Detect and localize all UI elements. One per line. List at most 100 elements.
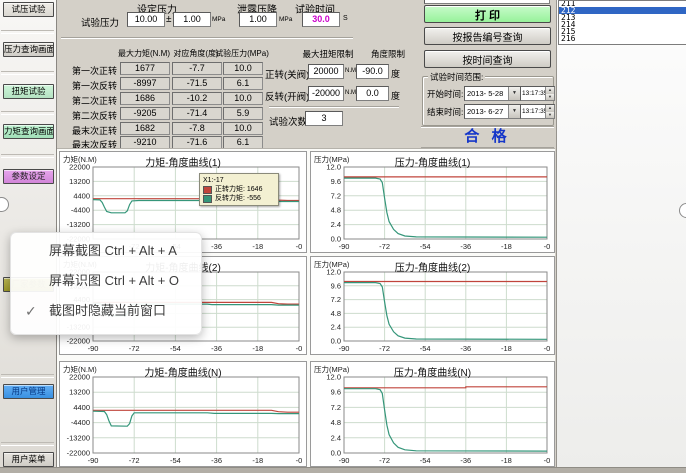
svg-text:-54: -54 [420, 344, 431, 353]
svg-text:-0: -0 [544, 456, 551, 465]
list-item[interactable]: 214 [559, 21, 686, 28]
sidebar-item-parameter-settings[interactable]: 参数设定 [3, 169, 54, 184]
svg-text:4400: 4400 [73, 403, 90, 412]
svg-text:-90: -90 [339, 242, 350, 251]
end-time-value: 13:17:35 [522, 108, 547, 115]
app-window: 试压试验 压力查询画面 扭矩试验 力矩查询画面 参数设定 厂家参数 用户管理 用… [0, 0, 686, 473]
chevron-down-icon[interactable]: ▼ [508, 87, 520, 100]
svg-text:-72: -72 [129, 456, 140, 465]
reverse-angle-field[interactable]: 0.0 [356, 86, 389, 101]
start-date-picker[interactable]: 2013- 5-28 ▼ [464, 86, 521, 101]
svg-text:-18: -18 [252, 242, 263, 251]
sidebar-item-torque-query[interactable]: 力矩查询画面 [3, 124, 54, 139]
print-button[interactable]: 打 印 [424, 5, 551, 23]
angle-limit-header: 角度限制 [363, 48, 413, 60]
test-count-field[interactable]: 3 [305, 111, 343, 126]
chart-title: 力矩-角度曲线(N) [60, 364, 306, 379]
forward-torque-field[interactable]: 20000 [308, 64, 344, 79]
angle-value: -10.2 [172, 92, 222, 105]
end-date-picker[interactable]: 2013- 6-27 ▼ [464, 104, 521, 119]
sidebar-separator [1, 442, 54, 446]
tooltip-header: X1:-17 [203, 176, 275, 185]
row-label: 第一次正转 [57, 64, 117, 77]
sidebar-item-user-management[interactable]: 用户管理 [3, 384, 54, 399]
svg-text:-18: -18 [252, 456, 263, 465]
start-date-value: 2013- 5-28 [467, 89, 503, 98]
reverse-torque-swatch-icon [203, 195, 212, 203]
svg-text:-72: -72 [379, 456, 390, 465]
svg-text:-36: -36 [211, 344, 222, 353]
svg-text:-13200: -13200 [67, 433, 90, 442]
sidebar-item-pressure-query[interactable]: 压力查询画面 [3, 42, 54, 57]
list-item[interactable]: 212 [559, 7, 686, 14]
drag-handle[interactable] [679, 203, 686, 218]
plus-minus-label: ± [166, 14, 172, 25]
leak-drop-field[interactable]: 1.00 [239, 12, 277, 27]
menu-item-screen-ocr[interactable]: 屏幕识图 Ctrl + Alt + O [11, 266, 201, 296]
sidebar-separator [1, 154, 54, 158]
svg-text:-36: -36 [460, 242, 471, 251]
svg-text:2.4: 2.4 [331, 433, 341, 442]
forward-angle-field[interactable]: -90.0 [356, 64, 389, 79]
nm-unit-label: N.M [345, 68, 356, 74]
svg-text:2.4: 2.4 [331, 220, 341, 229]
spinner-arrows-icon[interactable]: ▲▼ [545, 87, 554, 100]
list-item[interactable]: 216 [559, 35, 686, 42]
menu-item-hide-window-on-capture[interactable]: ✓ 截图时隐藏当前窗口 [11, 296, 201, 326]
reverse-rotation-label: 反转(开阀) [265, 89, 309, 103]
list-item[interactable]: 215 [559, 28, 686, 35]
row-label: 最末次正转 [57, 124, 117, 137]
screenshot-context-menu: 屏幕截图 Ctrl + Alt + A 屏幕识图 Ctrl + Alt + O … [10, 232, 202, 335]
svg-text:-72: -72 [129, 344, 140, 353]
svg-text:-54: -54 [420, 456, 431, 465]
sidebar-item-pressure-test[interactable]: 试压试验 [3, 2, 54, 17]
sidebar-item-user-menu[interactable]: 用户菜单 [3, 452, 54, 467]
spinner-arrows-icon[interactable]: ▲▼ [545, 105, 554, 118]
start-time-spinner[interactable]: 13:17:35 ▲▼ [520, 86, 555, 101]
svg-text:-0: -0 [296, 344, 303, 353]
test-time-field[interactable]: 30.0 [302, 12, 340, 27]
svg-text:7.2: 7.2 [331, 295, 341, 304]
sidebar-item-torque-test[interactable]: 扭矩试验 [3, 84, 54, 99]
pressure-value: 6.1 [223, 77, 263, 90]
divider [61, 37, 353, 39]
test-pressure-field[interactable]: 10.00 [127, 12, 165, 27]
tooltip-row: 反转力矩: -556 [215, 194, 261, 203]
divider [269, 106, 399, 108]
svg-text:-90: -90 [339, 456, 350, 465]
angle-value: -71.5 [172, 77, 222, 90]
chart-tooltip: X1:-17 正转力矩: 1646 反转力矩: -556 [199, 173, 279, 206]
pressure-value: 10.0 [223, 62, 263, 75]
tolerance-field[interactable]: 1.00 [173, 12, 211, 27]
svg-text:4.8: 4.8 [331, 418, 341, 427]
end-time-spinner[interactable]: 13:17:35 ▲▼ [520, 104, 555, 119]
svg-text:-0: -0 [544, 344, 551, 353]
row-label: 第二次反转 [57, 109, 117, 122]
chart-title: 力矩-角度曲线(1) [60, 154, 306, 169]
chart-title: 压力-角度曲线(N) [311, 364, 554, 379]
chart-title: 压力-角度曲线(1) [311, 154, 554, 169]
query-by-report-button[interactable]: 按报告编号查询 [424, 27, 551, 45]
col-header-max-torque: 最大力矩(N.M) [115, 48, 173, 59]
chevron-down-icon[interactable]: ▼ [508, 105, 520, 118]
right-panel: 211212213214215216 [556, 0, 686, 467]
list-item[interactable]: 213 [559, 14, 686, 21]
cropped-field [424, 0, 550, 4]
forward-rotation-label: 正转(关阀) [265, 67, 309, 81]
menu-item-screen-capture[interactable]: 屏幕截图 Ctrl + Alt + A [11, 236, 201, 266]
svg-text:4400: 4400 [73, 191, 90, 200]
window-bottom-bar [0, 467, 686, 473]
time-range-label: 试验时间范围: [428, 71, 485, 83]
list-item[interactable]: 211 [559, 0, 686, 7]
svg-text:-90: -90 [339, 344, 350, 353]
reverse-torque-field[interactable]: -20000 [308, 86, 344, 101]
pressure-value: 5.9 [223, 107, 263, 120]
test-count-label: 试验次数 [269, 114, 307, 128]
svg-text:7.2: 7.2 [331, 403, 341, 412]
svg-text:-18: -18 [501, 242, 512, 251]
query-by-time-button[interactable]: 按时间查询 [424, 50, 551, 68]
svg-text:-54: -54 [170, 456, 181, 465]
report-number-list[interactable]: 211212213214215216 [558, 0, 686, 45]
degree-unit-label: 度 [391, 67, 400, 80]
result-panel: 合 格 [421, 126, 554, 148]
